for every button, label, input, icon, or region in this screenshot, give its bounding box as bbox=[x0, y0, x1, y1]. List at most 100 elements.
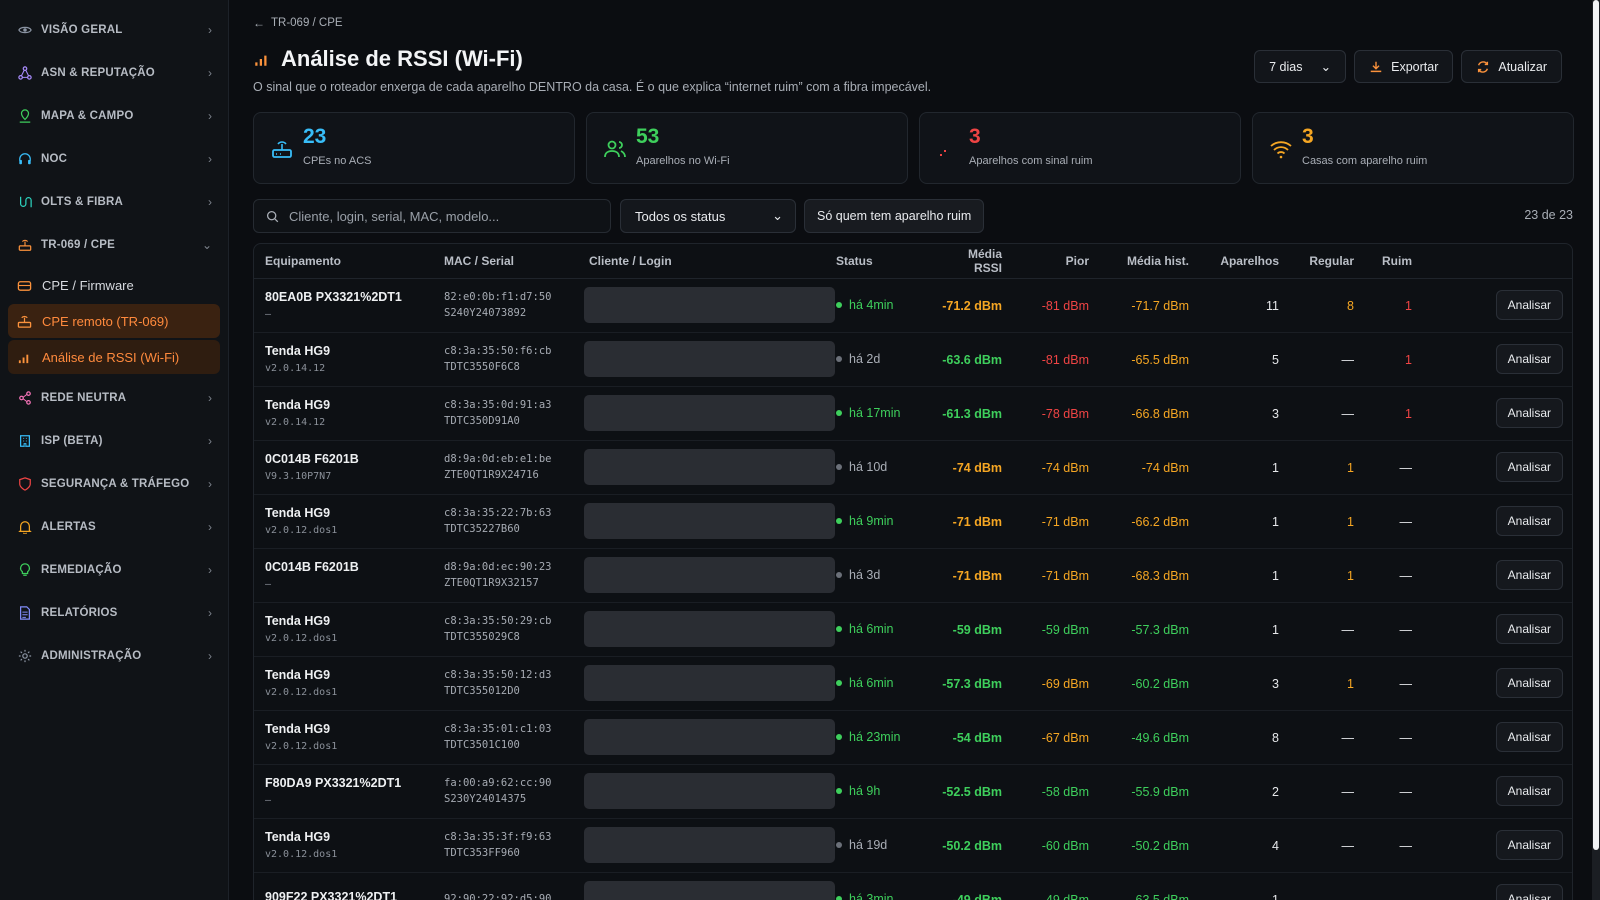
sidebar-item-seguranca-trafego[interactable]: SEGURANÇA & TRÁFEGO › bbox=[0, 462, 228, 505]
status-cell: há 6min bbox=[825, 656, 926, 711]
table-row[interactable]: 80EA0B PX3321%2DT1 — 82:e0:0b:f1:d7:50 S240… bbox=[254, 278, 1572, 333]
sidebar-subitem-cpe-remoto[interactable]: CPE remoto (TR-069) bbox=[8, 304, 220, 338]
map-pin-icon bbox=[18, 108, 32, 123]
devices-cell: 1 bbox=[1200, 602, 1290, 657]
breadcrumb-label[interactable]: TR-069 / CPE bbox=[271, 17, 343, 29]
table-row[interactable]: Tenda HG9 v2.0.12.dos1 c8:3a:35:01:c1:03 TD… bbox=[254, 710, 1572, 765]
analyze-button[interactable]: Analisar bbox=[1495, 344, 1563, 374]
table-row[interactable]: 0C014B F6201B V9.3.10P7N7 d8:9a:0d:eb:e1:b… bbox=[254, 440, 1572, 495]
bad-only-toggle[interactable]: Só quem tem aparelho ruim bbox=[804, 199, 985, 233]
column-header[interactable]: Equipamento bbox=[254, 244, 433, 279]
column-header[interactable]: MAC / Serial bbox=[433, 244, 578, 279]
scrollbar-thumb[interactable] bbox=[1593, 0, 1599, 850]
scrollbar[interactable] bbox=[1592, 0, 1600, 900]
status-dot bbox=[836, 734, 842, 740]
table-row[interactable]: Tenda HG9 v2.0.12.dos1 c8:3a:35:22:7b:63 TD… bbox=[254, 494, 1572, 549]
table-row[interactable]: 909F22 PX3321%2DT1 92:90:22:92:d5:90 há 3m… bbox=[254, 872, 1572, 900]
client-redacted-box bbox=[584, 881, 835, 900]
table-row[interactable]: Tenda HG9 v2.0.12.dos1 c8:3a:35:50:29:cb TD… bbox=[254, 602, 1572, 657]
column-header[interactable]: Pior bbox=[1013, 244, 1100, 279]
serial-number: TDTC355012D0 bbox=[444, 685, 520, 697]
table-row[interactable]: Tenda HG9 v2.0.12.dos1 c8:3a:35:3f:f9:63 TD… bbox=[254, 818, 1572, 873]
headset-icon bbox=[18, 152, 32, 166]
status-filter-select[interactable]: Todos os status ⌄ bbox=[620, 199, 796, 233]
regular-cell: — bbox=[1290, 710, 1365, 765]
status-indicator: há 2d bbox=[836, 352, 915, 366]
worst-rssi: -74 dBm bbox=[1041, 460, 1089, 475]
analyze-button[interactable]: Analisar bbox=[1495, 560, 1563, 590]
refresh-icon bbox=[1476, 60, 1490, 74]
avg-rssi: -63.6 dBm bbox=[942, 352, 1002, 367]
sidebar-item-alertas[interactable]: ALERTAS › bbox=[0, 505, 228, 548]
sidebar-item-olts-fibra[interactable]: OLTS & FIBRA › bbox=[0, 180, 228, 223]
export-button[interactable]: Exportar bbox=[1354, 50, 1454, 83]
breadcrumb[interactable]: ← TR-069 / CPE bbox=[253, 16, 343, 30]
sidebar-item-administracao[interactable]: ADMINISTRAÇÃO › bbox=[0, 634, 228, 677]
mac-address: c8:3a:35:50:f6:cb bbox=[444, 345, 552, 357]
sidebar-subitem-analise-rssi[interactable]: Análise de RSSI (Wi-Fi) bbox=[8, 340, 220, 374]
analyze-button[interactable]: Analisar bbox=[1495, 830, 1563, 860]
column-header[interactable]: Status bbox=[825, 244, 926, 279]
sidebar-item-tr069-cpe[interactable]: TR-069 / CPE ⌄ bbox=[0, 223, 228, 266]
equipment-name: 80EA0B PX3321%2DT1 bbox=[265, 290, 402, 304]
analyze-button[interactable]: Analisar bbox=[1495, 614, 1563, 644]
avg-rssi: -61.3 dBm bbox=[942, 406, 1002, 421]
sidebar-item-asn-reputacao[interactable]: ASN & REPUTAÇÃO › bbox=[0, 51, 228, 94]
arrow-left-icon[interactable]: ← bbox=[253, 16, 265, 30]
status-dot bbox=[836, 518, 842, 524]
sidebar: VISÃO GERAL › ASN & REPUTAÇÃO › MAPA & C… bbox=[0, 0, 229, 900]
column-header[interactable]: Média hist. bbox=[1100, 244, 1200, 279]
analyze-button[interactable]: Analisar bbox=[1495, 290, 1563, 320]
column-header[interactable]: Regular bbox=[1290, 244, 1365, 279]
chevron-right-icon: › bbox=[208, 390, 212, 405]
table-row[interactable]: F80DA9 PX3321%2DT1 — fa:00:a9:62:cc:90 S230… bbox=[254, 764, 1572, 819]
analyze-button[interactable]: Analisar bbox=[1495, 398, 1563, 428]
sidebar-item-label: ALERTAS bbox=[41, 520, 96, 533]
sidebar-item-isp-beta[interactable]: ISP (BETA) › bbox=[0, 419, 228, 462]
analyze-button[interactable]: Analisar bbox=[1495, 776, 1563, 806]
sidebar-subitem-label: CPE remoto (TR-069) bbox=[42, 313, 169, 329]
regular-cell: — bbox=[1290, 872, 1365, 900]
serial-number: ZTE0QT1R9X24716 bbox=[444, 469, 539, 481]
column-header[interactable]: Média RSSI bbox=[926, 244, 1013, 279]
table-row[interactable]: Tenda HG9 v2.0.14.12 c8:3a:35:50:f6:cb TDTC… bbox=[254, 332, 1572, 387]
client-redacted-box bbox=[584, 611, 835, 647]
column-header[interactable]: Ruim bbox=[1365, 244, 1423, 279]
analyze-button[interactable]: Analisar bbox=[1495, 668, 1563, 698]
equipment-cell: Tenda HG9 v2.0.14.12 bbox=[254, 332, 433, 387]
analyze-button[interactable]: Analisar bbox=[1495, 884, 1563, 900]
status-indicator: há 9min bbox=[836, 514, 915, 528]
sidebar-item-mapa-campo[interactable]: MAPA & CAMPO › bbox=[0, 94, 228, 137]
chevron-down-icon: ⌄ bbox=[201, 237, 212, 252]
sidebar-item-visao-geral[interactable]: VISÃO GERAL › bbox=[0, 8, 228, 51]
sidebar-subitem-cpe-firmware[interactable]: CPE / Firmware bbox=[8, 268, 220, 302]
analyze-button[interactable]: Analisar bbox=[1495, 452, 1563, 482]
stat-label: Aparelhos no Wi-Fi bbox=[636, 155, 730, 167]
client-cell bbox=[578, 278, 835, 333]
mac-address: d8:9a:0d:eb:e1:be bbox=[444, 453, 552, 465]
devices-cell: 5 bbox=[1200, 332, 1290, 387]
export-label: Exportar bbox=[1391, 59, 1439, 74]
sidebar-item-relatorios[interactable]: RELATÓRIOS › bbox=[0, 591, 228, 634]
table-row[interactable]: 0C014B F6201B — d8:9a:0d:ec:90:23 ZTE0QT1R9… bbox=[254, 548, 1572, 603]
table-row[interactable]: Tenda HG9 v2.0.14.12 c8:3a:35:0d:91:a3 TDTC… bbox=[254, 386, 1572, 441]
devices-cell: 1 bbox=[1200, 494, 1290, 549]
status-dot bbox=[836, 572, 842, 578]
period-value: 7 dias bbox=[1269, 59, 1303, 74]
status-dot bbox=[836, 410, 842, 416]
sidebar-item-remediacao[interactable]: REMEDIAÇÃO › bbox=[0, 548, 228, 591]
period-select[interactable]: 7 dias ⌄ bbox=[1254, 50, 1347, 83]
table-row[interactable]: Tenda HG9 v2.0.12.dos1 c8:3a:35:50:12:d3 TD… bbox=[254, 656, 1572, 711]
analyze-button[interactable]: Analisar bbox=[1495, 722, 1563, 752]
status-text: há 10d bbox=[849, 460, 888, 474]
analyze-button[interactable]: Analisar bbox=[1495, 506, 1563, 536]
worst-rssi: -81 dBm bbox=[1041, 352, 1089, 367]
sidebar-item-rede-neutra[interactable]: REDE NEUTRA › bbox=[0, 376, 228, 419]
column-header[interactable]: Aparelhos bbox=[1200, 244, 1290, 279]
sidebar-item-noc[interactable]: NOC › bbox=[0, 137, 228, 180]
refresh-button[interactable]: Atualizar bbox=[1461, 50, 1562, 83]
search-box[interactable] bbox=[253, 199, 611, 233]
search-input[interactable] bbox=[289, 208, 589, 224]
equipment-firmware: v2.0.14.12 bbox=[265, 417, 326, 428]
column-header[interactable]: Cliente / Login bbox=[578, 244, 825, 279]
